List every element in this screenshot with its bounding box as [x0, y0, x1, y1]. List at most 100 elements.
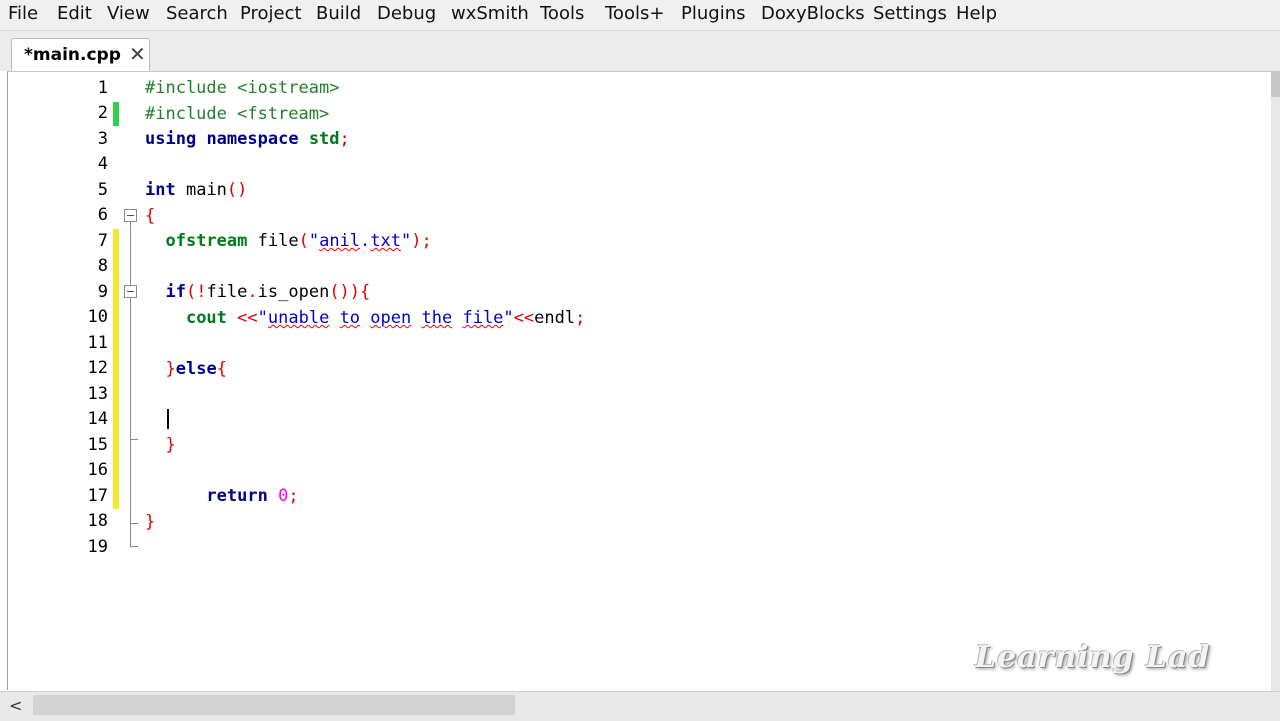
- menu-bar: File Edit View Search Project Build Debu…: [0, 0, 1280, 31]
- menu-debug[interactable]: Debug: [377, 3, 436, 24]
- operator: ;: [575, 308, 586, 328]
- code-line-6: {: [145, 204, 155, 228]
- text-cursor: [167, 409, 169, 429]
- identifier-cout: cout: [185, 308, 227, 328]
- line-number: 13: [87, 384, 108, 404]
- fold-toggle-main[interactable]: [124, 209, 137, 222]
- menu-project[interactable]: Project: [240, 3, 302, 24]
- identifier: main: [185, 180, 227, 200]
- code-line-2: #include <fstream>: [145, 102, 329, 126]
- line-number: 3: [97, 129, 108, 149]
- preprocessor: #include <iostream>: [145, 78, 340, 98]
- type-name: ofstream: [165, 231, 248, 251]
- scroll-left-icon[interactable]: <: [9, 696, 22, 715]
- keyword: if: [165, 282, 186, 302]
- menu-wxsmith[interactable]: wxSmith: [451, 3, 529, 24]
- string-misspelled: anil: [319, 231, 361, 251]
- operator: (!: [185, 282, 207, 302]
- tab-main-cpp[interactable]: *main.cpp ✕: [11, 38, 150, 71]
- menu-tools[interactable]: Tools: [540, 3, 584, 24]
- operator: <<: [513, 308, 535, 328]
- menu-tools-plus[interactable]: Tools+: [605, 3, 664, 24]
- line-number-gutter: 1 2 3 4 5 6 7 8 9 10 11 12 13 14 15 16 1…: [8, 72, 143, 690]
- line-number: 6: [97, 205, 108, 225]
- menu-view[interactable]: View: [107, 3, 150, 24]
- operator: }: [165, 435, 176, 455]
- string: .: [360, 231, 371, 251]
- string: ": [308, 231, 320, 251]
- menu-plugins[interactable]: Plugins: [681, 3, 745, 24]
- code-line-15: }: [145, 433, 176, 457]
- menu-edit[interactable]: Edit: [57, 3, 92, 24]
- menu-search[interactable]: Search: [166, 3, 228, 24]
- keyword: using: [145, 129, 197, 149]
- string-word: the: [421, 308, 453, 328]
- operator: );: [411, 231, 432, 251]
- operator: ;: [288, 486, 299, 506]
- menu-help[interactable]: Help: [956, 3, 997, 24]
- line-number: 7: [97, 231, 108, 251]
- operator: (: [298, 231, 309, 251]
- operator: .: [247, 282, 258, 302]
- vertical-scroll-thumb[interactable]: [1271, 71, 1280, 97]
- vertical-scrollbar[interactable]: [1271, 71, 1280, 691]
- line-number: 11: [87, 333, 108, 353]
- string-misspelled: txt: [370, 231, 401, 251]
- code-line-12: }else{: [145, 357, 226, 381]
- horizontal-scrollbar[interactable]: <: [0, 691, 1280, 721]
- identifier: file: [206, 282, 248, 302]
- code-line-9: if(!file.is_open()){: [145, 280, 370, 304]
- code-line-17: return 0;: [145, 484, 299, 508]
- fold-end-if: [130, 439, 138, 440]
- line-number: 5: [97, 180, 108, 200]
- line-number: 17: [87, 486, 108, 506]
- namespace-name: std: [308, 129, 340, 149]
- close-icon[interactable]: ✕: [129, 43, 146, 65]
- menu-file[interactable]: File: [8, 3, 38, 24]
- string-word: to: [339, 308, 361, 328]
- editor-tab-strip: *main.cpp ✕: [0, 31, 1280, 71]
- line-number: 18: [87, 511, 108, 531]
- operator: (): [226, 180, 248, 200]
- line-number: 19: [87, 537, 108, 557]
- code-line-1: #include <iostream>: [145, 76, 339, 100]
- keyword: namespace: [206, 129, 299, 149]
- preprocessor: #include <fstream>: [145, 104, 330, 124]
- identifier: endl: [534, 308, 576, 328]
- operator: <<: [237, 308, 258, 328]
- keyword: int: [145, 180, 176, 200]
- fold-guide: [130, 523, 131, 546]
- keyword: return: [206, 486, 268, 506]
- operator: ()){: [329, 282, 371, 302]
- line-number: 15: [87, 435, 108, 455]
- line-number: 10: [87, 307, 108, 327]
- operator: ;: [339, 129, 350, 149]
- menu-settings[interactable]: Settings: [873, 3, 947, 24]
- line-number: 12: [87, 358, 108, 378]
- line-number: 4: [97, 154, 108, 174]
- string-word: file: [462, 308, 504, 328]
- menu-build[interactable]: Build: [316, 3, 361, 24]
- string: ": [401, 231, 412, 251]
- fold-end: [130, 546, 138, 547]
- line-number: 1: [97, 78, 108, 98]
- unsaved-change-marker: [113, 229, 119, 509]
- string: ": [257, 308, 268, 328]
- code-line-3: using namespace std;: [145, 127, 350, 151]
- fold-toggle-if[interactable]: [124, 285, 137, 298]
- fold-guide: [130, 222, 131, 523]
- saved-change-marker: [113, 102, 119, 126]
- code-line-5: int main(): [145, 178, 247, 202]
- keyword: else: [175, 359, 217, 379]
- menu-doxyblocks[interactable]: DoxyBlocks: [761, 3, 865, 24]
- operator: }: [165, 359, 176, 379]
- string-word: unable: [267, 308, 330, 328]
- fold-end-main: [130, 523, 138, 524]
- horizontal-scroll-thumb[interactable]: [33, 695, 515, 715]
- string: ": [503, 308, 514, 328]
- code-editor[interactable]: 1 2 3 4 5 6 7 8 9 10 11 12 13 14 15 16 1…: [7, 71, 1272, 690]
- operator: }: [145, 512, 156, 532]
- code-line-10: cout <<"unable to open the file"<<endl;: [145, 306, 585, 330]
- tab-label: *main.cpp: [24, 45, 121, 65]
- identifier: file: [257, 231, 299, 251]
